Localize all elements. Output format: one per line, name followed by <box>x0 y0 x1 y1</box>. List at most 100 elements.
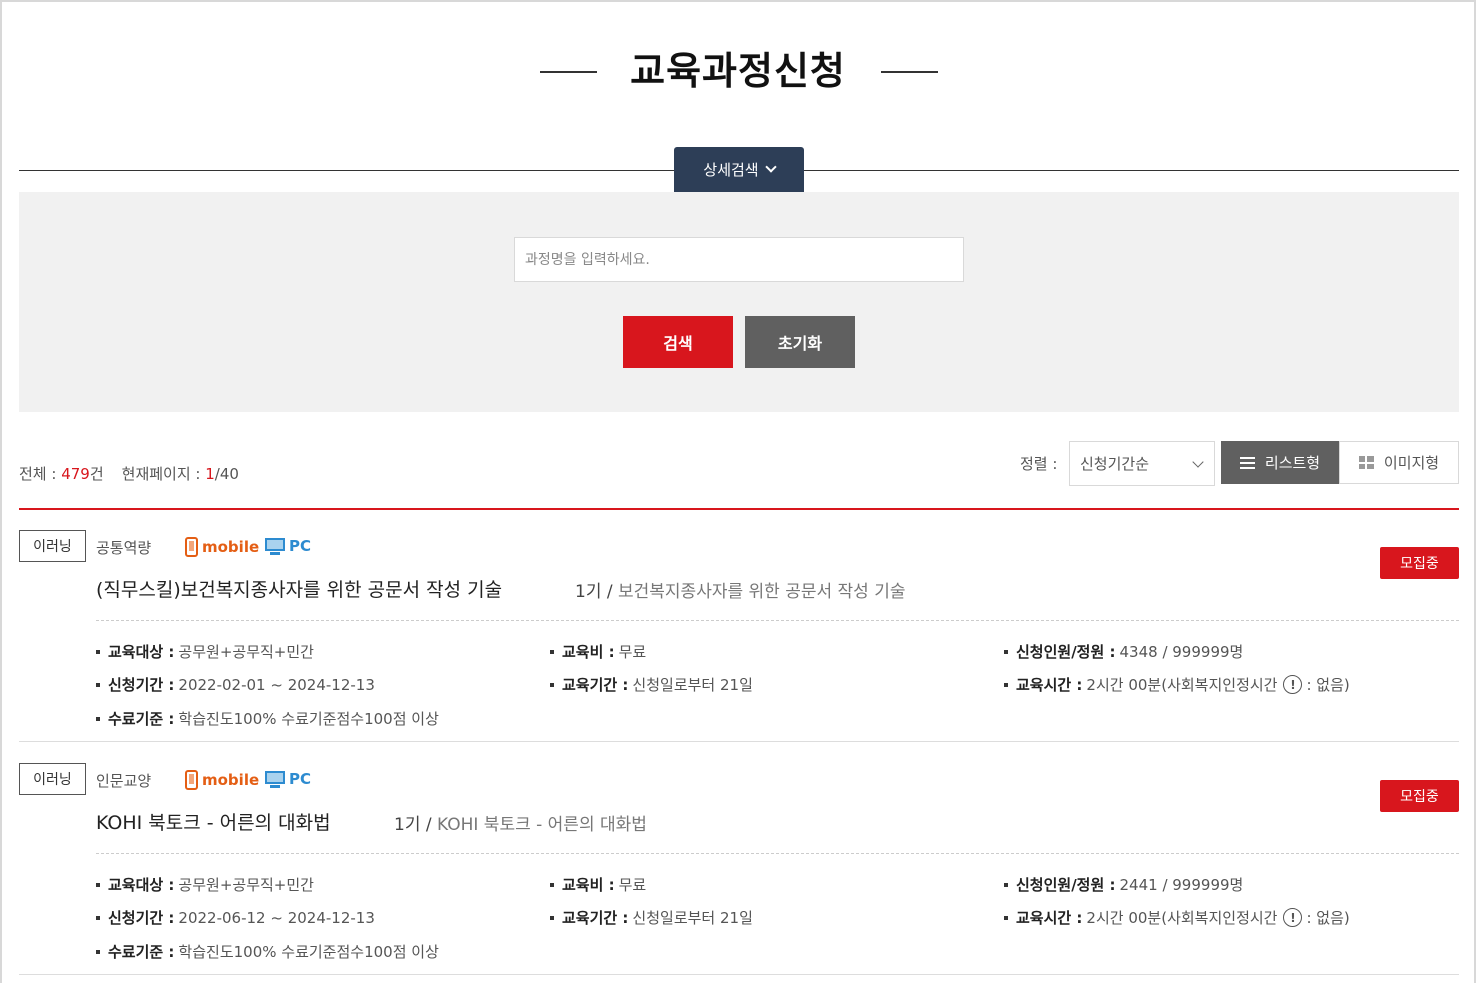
info-value: 무료 <box>618 643 647 661</box>
cycle-number: 1기 / <box>394 815 437 835</box>
device-mobile-label: mobile <box>202 771 260 789</box>
page-label: 현재페이지 : <box>121 465 206 483</box>
cycle-subtitle: KOHI 북토크 - 어른의 대화법 <box>437 815 647 835</box>
search-button[interactable]: 검색 <box>623 316 733 368</box>
page-title: 교육과정신청 <box>630 49 846 93</box>
course-title-link[interactable]: KOHI 북토크 - 어른의 대화법 <box>96 808 331 835</box>
info-value: 공무원+공무직+민간 <box>178 876 314 894</box>
info-edu-period: 교육기간 : 신청일로부터 21일 <box>550 907 753 928</box>
detail-search-label: 상세검색 <box>703 161 759 179</box>
info-value: 공무원+공무직+민간 <box>178 643 314 661</box>
detail-search-toggle[interactable]: 상세검색 <box>674 147 804 192</box>
info-edu-time: 교육시간 :2시간 00분(사회복지인정시간!: 없음) <box>1004 907 1350 928</box>
info-value: 2시간 00분(사회복지인정시간 <box>1086 909 1278 927</box>
list-view-label: 리스트형 <box>1264 454 1321 472</box>
info-value: 학습진도100% 수료기준점수100점 이상 <box>178 710 439 728</box>
total-count: 479 <box>61 465 90 483</box>
info-value: 무료 <box>618 876 647 894</box>
info-key: 교육비 : <box>562 643 615 661</box>
total-label: 전체 : <box>19 465 62 483</box>
info-key: 교육시간 : <box>1016 676 1083 694</box>
info-value: 2022-06-12 ~ 2024-12-13 <box>178 908 375 927</box>
device-pc-label: PC <box>289 770 312 788</box>
info-value: 2시간 00분(사회복지인정시간 <box>1086 676 1278 694</box>
info-key: 교육기간 : <box>562 909 629 927</box>
info-value: 4348 / 999999명 <box>1119 643 1244 661</box>
info-key: 교육시간 : <box>1016 909 1083 927</box>
device-pc-label: PC <box>289 537 312 555</box>
info-key: 교육대상 : <box>108 876 175 894</box>
info-value: 학습진도100% 수료기준점수100점 이상 <box>178 943 439 961</box>
info-key: 신청인원/정원 : <box>1016 643 1116 661</box>
info-circle-icon[interactable]: ! <box>1283 908 1303 927</box>
chevron-down-icon <box>1192 456 1204 468</box>
info-edu-time: 교육시간 :2시간 00분(사회복지인정시간!: 없음) <box>1004 674 1350 695</box>
info-fee: 교육비 : 무료 <box>550 641 646 662</box>
course-divider <box>96 853 1459 854</box>
info-key: 교육기간 : <box>562 676 629 694</box>
course-item: 이러닝 공통역량 mobile PC 모집중 (직무스킬)보건복지종사자를 위한… <box>19 510 1459 742</box>
info-target: 교육대상 : 공무원+공무직+민간 <box>96 641 314 662</box>
info-value: 2441 / 999999명 <box>1119 876 1244 894</box>
mobile-phone-icon <box>185 537 198 557</box>
list-icon <box>1239 456 1255 469</box>
reset-button[interactable]: 초기화 <box>745 316 855 368</box>
list-view-button[interactable]: 리스트형 <box>1221 441 1339 484</box>
search-panel: 검색 초기화 <box>19 192 1459 412</box>
device-pc-badge: PC <box>265 537 311 555</box>
page-header: 교육과정신청 <box>0 44 1476 98</box>
title-decoration-right <box>881 71 938 73</box>
course-item: 이러닝 인문교양 mobile PC 모집중 KOHI 북토크 - 어른의 대화… <box>19 743 1459 975</box>
info-apply-period: 신청기간 :2022-02-01 ~ 2024-12-13 <box>96 674 375 695</box>
device-pc-badge: PC <box>265 770 311 788</box>
course-title-link[interactable]: (직무스킬)보건복지종사자를 위한 공문서 작성 기술 <box>96 575 502 602</box>
sort-select[interactable]: 신청기간순 <box>1069 441 1215 486</box>
info-completion: 수료기준 : 학습진도100% 수료기준점수100점 이상 <box>96 708 439 729</box>
info-applicants: 신청인원/정원 :4348 / 999999명 <box>1004 641 1243 662</box>
device-mobile-badge: mobile <box>185 537 259 557</box>
info-fee: 교육비 : 무료 <box>550 874 646 895</box>
total-unit: 건 <box>89 465 104 483</box>
grid-icon <box>1358 456 1374 469</box>
device-mobile-label: mobile <box>202 538 260 556</box>
cycle-subtitle: 보건복지종사자를 위한 공문서 작성 기술 <box>618 582 906 602</box>
info-key: 수료기준 : <box>108 710 175 728</box>
image-view-button[interactable]: 이미지형 <box>1339 441 1459 484</box>
info-completion: 수료기준 : 학습진도100% 수료기준점수100점 이상 <box>96 941 439 962</box>
info-value: 신청일로부터 21일 <box>632 909 753 927</box>
info-edu-period: 교육기간 : 신청일로부터 21일 <box>550 674 753 695</box>
info-value-suffix: : 없음) <box>1306 676 1350 694</box>
info-key: 교육비 : <box>562 876 615 894</box>
cycle-number: 1기 / <box>575 582 618 602</box>
info-key: 신청기간 : <box>108 676 175 694</box>
mobile-phone-icon <box>185 770 198 790</box>
course-name-input[interactable] <box>514 237 964 282</box>
sort-selected-value: 신청기간순 <box>1080 455 1150 473</box>
image-view-label: 이미지형 <box>1383 454 1440 472</box>
info-key: 교육대상 : <box>108 643 175 661</box>
info-key: 신청인원/정원 : <box>1016 876 1116 894</box>
info-key: 수료기준 : <box>108 943 175 961</box>
course-type-badge: 이러닝 <box>19 763 86 795</box>
course-type-badge: 이러닝 <box>19 530 86 562</box>
info-applicants: 신청인원/정원 :2441 / 999999명 <box>1004 874 1243 895</box>
chevron-down-icon <box>764 161 777 173</box>
info-apply-period: 신청기간 :2022-06-12 ~ 2024-12-13 <box>96 907 375 928</box>
status-badge: 모집중 <box>1380 780 1459 812</box>
info-circle-icon[interactable]: ! <box>1283 675 1303 694</box>
device-mobile-badge: mobile <box>185 770 259 790</box>
course-cycle[interactable]: 1기 / KOHI 북토크 - 어른의 대화법 <box>394 810 647 835</box>
info-key: 신청기간 : <box>108 909 175 927</box>
course-divider <box>96 620 1459 621</box>
title-decoration-left <box>540 71 597 73</box>
info-target: 교육대상 : 공무원+공무직+민간 <box>96 874 314 895</box>
total-pages: /40 <box>214 465 239 483</box>
result-summary: 전체 : 479건 현재페이지 : 1/40 <box>19 463 239 484</box>
info-value-suffix: : 없음) <box>1306 909 1350 927</box>
info-value: 신청일로부터 21일 <box>632 676 753 694</box>
course-cycle[interactable]: 1기 / 보건복지종사자를 위한 공문서 작성 기술 <box>575 577 906 602</box>
monitor-icon <box>265 537 285 555</box>
current-page: 1 <box>205 465 215 483</box>
status-badge: 모집중 <box>1380 547 1459 579</box>
course-category: 공통역량 <box>96 539 152 557</box>
